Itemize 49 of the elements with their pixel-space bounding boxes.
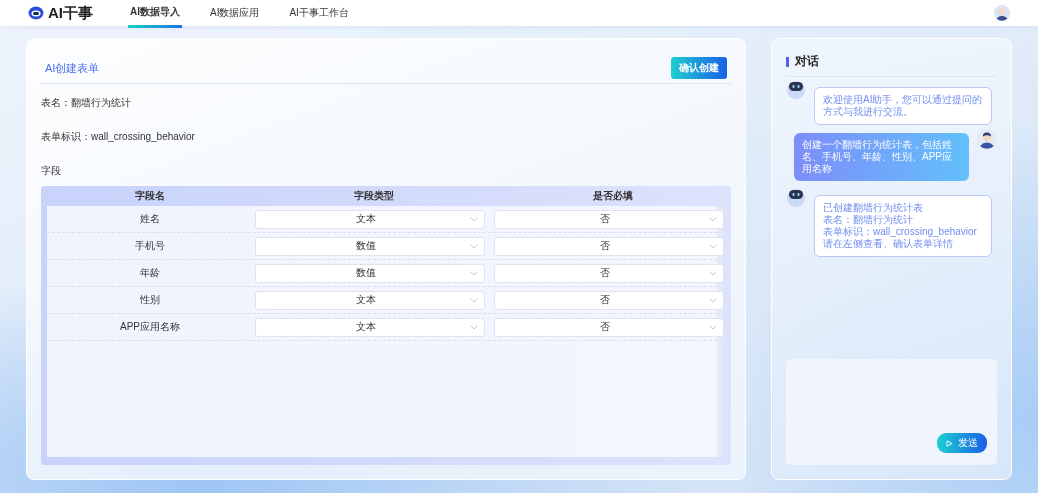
table-cell-text: 性别: [139, 293, 161, 307]
nav-tab[interactable]: AI数据导入: [128, 0, 182, 28]
table-cell-text: 姓名: [139, 212, 161, 226]
confirm-create-button[interactable]: 确认创建: [671, 57, 727, 79]
user-avatar-icon[interactable]: [994, 5, 1010, 21]
chevron-down-icon: [470, 216, 478, 222]
column-header: 字段名: [134, 189, 166, 203]
user-avatar-icon: [977, 129, 997, 149]
chat-title: 对话: [795, 53, 819, 70]
send-button[interactable]: 发送: [937, 433, 987, 453]
chevron-down-icon: [709, 216, 717, 222]
robot-avatar-icon: [786, 79, 806, 99]
table-name-text: 表名：翻墙行为统计: [41, 96, 132, 110]
required-select[interactable]: 否: [494, 263, 724, 283]
table-cell-text: 年龄: [139, 266, 161, 280]
field-type-select[interactable]: 文本: [255, 290, 485, 310]
chevron-down-icon: [470, 324, 478, 330]
assistant-message: 已创建翻墙行为统计表 表名：翻墙行为统计 表单标识：wall_crossing_behavior 请在左侧查看、确认表单详情: [814, 195, 992, 257]
logo-text: AI干事: [48, 3, 93, 23]
table-cell-text: 手机号: [134, 239, 166, 253]
required-select[interactable]: 否: [494, 317, 724, 337]
logo-icon: [28, 6, 44, 20]
required-select[interactable]: 否: [494, 209, 724, 229]
chevron-down-icon: [470, 243, 478, 249]
nav-tab[interactable]: AI干事工作台: [287, 0, 351, 26]
fields-label: 字段: [41, 164, 62, 178]
field-type-select[interactable]: 数值: [255, 236, 485, 256]
assistant-message: 欢迎使用AI助手，您可以通过提问的方式与我进行交流。: [814, 87, 992, 125]
send-icon: [946, 439, 953, 447]
chevron-down-icon: [709, 324, 717, 330]
table-cell-text: APP应用名称: [119, 320, 181, 334]
message-input-field[interactable]: 发送: [786, 359, 997, 465]
nav-tab[interactable]: AI数据应用: [208, 0, 262, 26]
field-type-select[interactable]: 文本: [255, 317, 485, 337]
form-title: AI创建表单: [45, 60, 100, 76]
field-type-select[interactable]: 文本: [255, 209, 485, 229]
column-header: 是否必填: [591, 189, 634, 203]
form-id-text: 表单标识：wall_crossing_behavior: [41, 130, 196, 144]
chevron-down-icon: [709, 297, 717, 303]
required-select[interactable]: 否: [494, 290, 724, 310]
chevron-down-icon: [709, 270, 717, 276]
field-type-select[interactable]: 数值: [255, 263, 485, 283]
chevron-down-icon: [470, 270, 478, 276]
chevron-down-icon: [470, 297, 478, 303]
column-header: 字段类型: [352, 189, 395, 203]
chevron-down-icon: [709, 243, 717, 249]
robot-avatar-icon: [786, 187, 806, 207]
required-select[interactable]: 否: [494, 236, 724, 256]
user-message: 创建一个翻墙行为统计表，包括姓名、手机号、年龄、性别、APP应用名称: [794, 133, 970, 181]
